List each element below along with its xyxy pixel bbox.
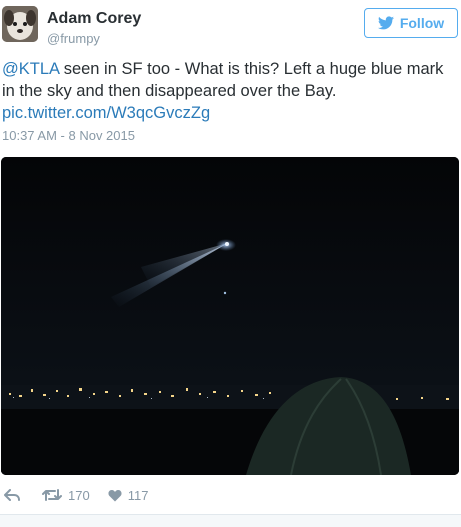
twitter-bird-icon bbox=[377, 16, 394, 30]
reply-button[interactable] bbox=[4, 488, 20, 502]
follow-button[interactable]: Follow bbox=[364, 8, 458, 38]
user-handle[interactable]: @frumpy bbox=[47, 31, 100, 46]
retweet-button[interactable]: 170 bbox=[42, 488, 90, 503]
divider bbox=[0, 514, 461, 527]
heart-icon bbox=[108, 489, 122, 501]
like-button[interactable]: 117 bbox=[108, 487, 149, 503]
display-name[interactable]: Adam Corey bbox=[47, 10, 141, 28]
tweet-actions: 170 117 bbox=[2, 485, 148, 505]
avatar[interactable] bbox=[2, 6, 38, 42]
dog-avatar-icon bbox=[2, 6, 38, 42]
tweet-timestamp[interactable]: 10:37 AM - 8 Nov 2015 bbox=[2, 128, 135, 143]
like-count: 117 bbox=[127, 487, 149, 503]
retweet-icon bbox=[42, 489, 62, 501]
tweet-body: seen in SF too - What is this? Left a hu… bbox=[2, 60, 444, 100]
tweet-text: @KTLA seen in SF too - What is this? Lef… bbox=[2, 58, 457, 124]
night-sky-photo-icon bbox=[1, 157, 459, 475]
media-link[interactable]: pic.twitter.com/W3qcGvczZg bbox=[2, 104, 210, 122]
retweet-count: 170 bbox=[68, 487, 90, 503]
tweet-photo[interactable] bbox=[1, 157, 459, 475]
follow-button-label: Follow bbox=[399, 15, 445, 31]
mention-link[interactable]: @KTLA bbox=[2, 60, 59, 78]
reply-icon bbox=[4, 488, 20, 501]
